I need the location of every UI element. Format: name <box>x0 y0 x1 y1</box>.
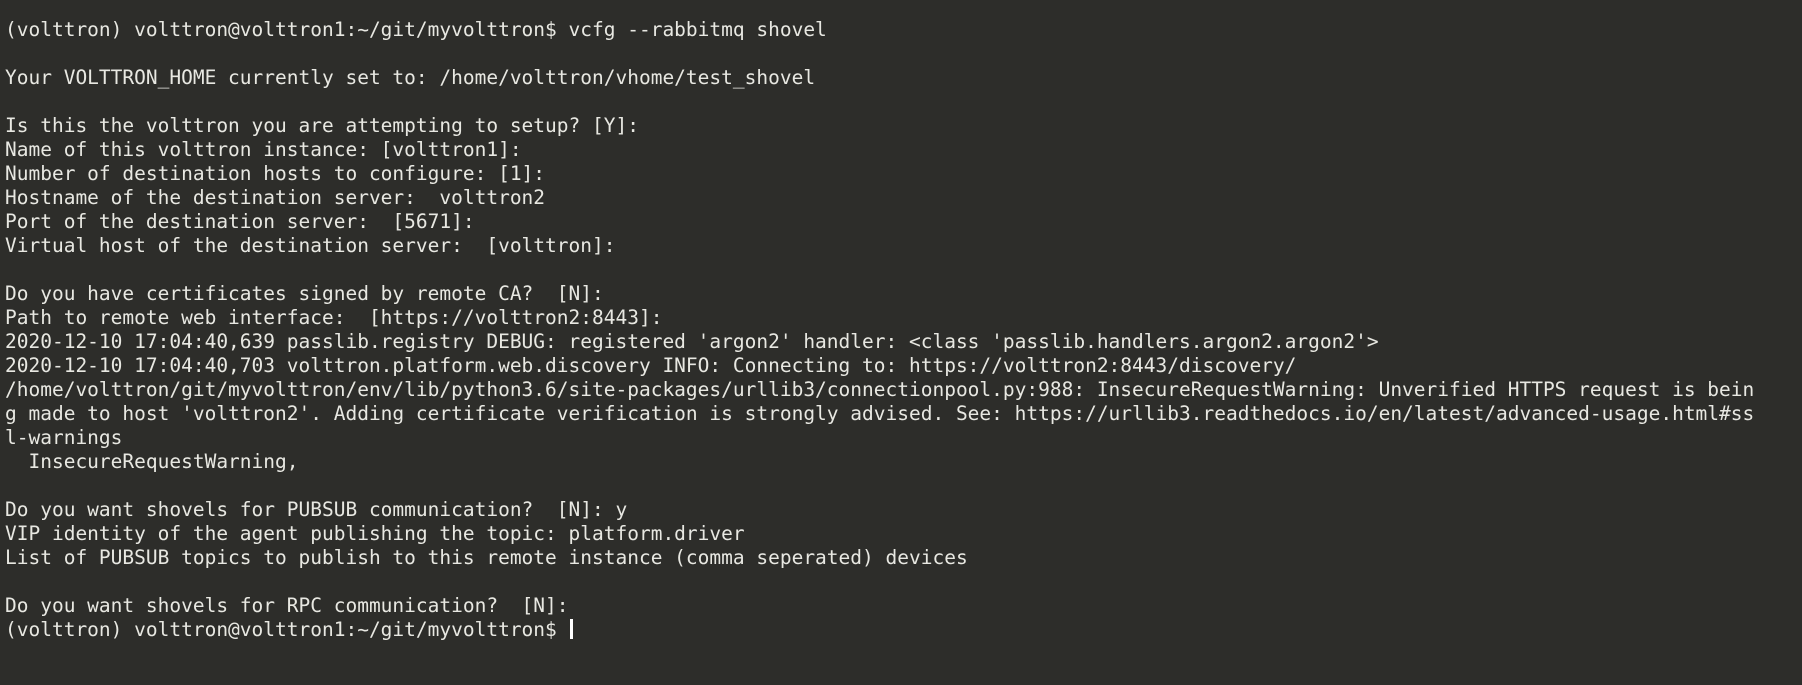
text-cursor <box>569 619 573 639</box>
terminal-line: Do you want shovels for PUBSUB communica… <box>5 498 628 521</box>
terminal-output: (volttron) volttron@volttron1:~/git/myvo… <box>5 18 1802 642</box>
terminal-line: Virtual host of the destination server: … <box>5 234 616 257</box>
terminal-line: Do you want shovels for RPC communicatio… <box>5 594 569 617</box>
terminal-line: Do you have certificates signed by remot… <box>5 282 604 305</box>
terminal-line: /home/volttron/git/myvolttron/env/lib/py… <box>5 378 1755 401</box>
terminal-line: 2020-12-10 17:04:40,639 passlib.registry… <box>5 330 1379 353</box>
terminal-line: (volttron) volttron@volttron1:~/git/myvo… <box>5 18 827 41</box>
terminal-line: VIP identity of the agent publishing the… <box>5 522 745 545</box>
terminal-line: 2020-12-10 17:04:40,703 volttron.platfor… <box>5 354 1297 377</box>
terminal-line: l-warnings <box>5 426 123 449</box>
shell-prompt: (volttron) volttron@volttron1:~/git/myvo… <box>5 618 569 641</box>
terminal-line: Is this the volttron you are attempting … <box>5 114 639 137</box>
terminal-line: Path to remote web interface: [https://v… <box>5 306 663 329</box>
terminal-line: InsecureRequestWarning, <box>5 450 299 473</box>
terminal-line: Number of destination hosts to configure… <box>5 162 546 185</box>
terminal-line: List of PUBSUB topics to publish to this… <box>5 546 968 569</box>
terminal-line: Name of this volttron instance: [volttro… <box>5 138 522 161</box>
terminal-line: Port of the destination server: [5671]: <box>5 210 475 233</box>
terminal-line: g made to host 'volttron2'. Adding certi… <box>5 402 1755 425</box>
terminal-window[interactable]: (volttron) volttron@volttron1:~/git/myvo… <box>0 0 1802 685</box>
terminal-line: Your VOLTTRON_HOME currently set to: /ho… <box>5 66 816 89</box>
terminal-prompt-line[interactable]: (volttron) volttron@volttron1:~/git/myvo… <box>5 618 1802 642</box>
terminal-line: Hostname of the destination server: volt… <box>5 186 546 209</box>
